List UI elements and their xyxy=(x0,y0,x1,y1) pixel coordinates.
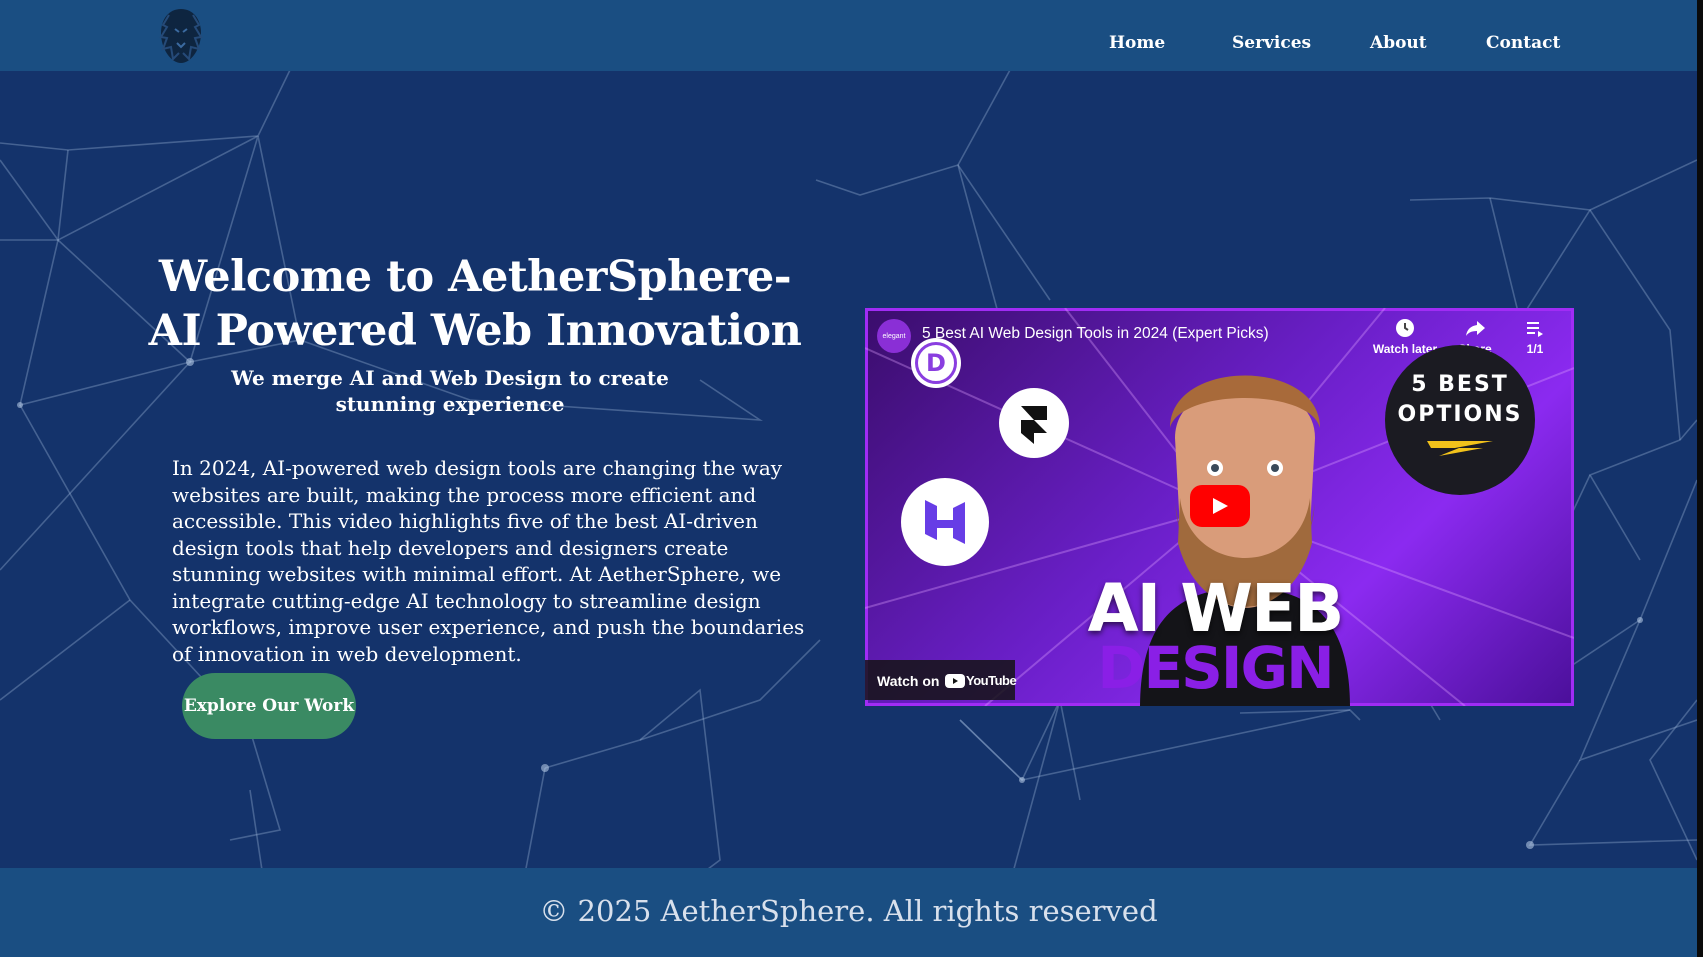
site-footer: © 2025 AetherSphere. All rights reserved xyxy=(0,868,1697,957)
badge-line-2: OPTIONS xyxy=(1397,402,1523,427)
video-title[interactable]: 5 Best AI Web Design Tools in 2024 (Expe… xyxy=(922,325,1269,343)
main-nav: Home Services About Contact xyxy=(0,33,1697,57)
copyright-text: © 2025 AetherSphere. All rights reserved xyxy=(539,894,1158,928)
badge-line-1: 5 BEST xyxy=(1411,372,1509,397)
hostinger-logo-icon xyxy=(901,478,989,566)
share-arrow-icon xyxy=(1466,321,1485,336)
window-edge xyxy=(1697,0,1703,957)
play-button[interactable] xyxy=(1190,485,1250,527)
divi-letter: D xyxy=(915,342,957,384)
divi-logo-icon: D xyxy=(911,338,961,388)
playlist-count: 1/1 xyxy=(1526,342,1544,356)
thumbnail-text-ai-web: AI WEB xyxy=(1087,570,1345,647)
site-header: Home Services About Contact xyxy=(0,0,1697,71)
youtube-wordmark: YouTube xyxy=(966,673,1017,688)
nav-services[interactable]: Services xyxy=(1232,33,1311,53)
hero-description: In 2024, AI-powered web design tools are… xyxy=(172,456,805,666)
playlist-button[interactable]: 1/1 xyxy=(1500,318,1570,356)
nav-home[interactable]: Home xyxy=(1109,33,1165,53)
explore-our-work-button[interactable]: Explore Our Work xyxy=(182,673,356,739)
nav-contact[interactable]: Contact xyxy=(1486,33,1560,53)
clock-icon xyxy=(1396,319,1414,337)
hero-subtitle: We merge AI and Web Design to create stu… xyxy=(231,366,669,416)
channel-avatar[interactable]: elegant xyxy=(877,319,911,353)
youtube-video-embed[interactable]: elegant 5 Best AI Web Design Tools in 20… xyxy=(865,308,1574,706)
framer-logo-icon xyxy=(999,388,1069,458)
lightning-stroke-icon xyxy=(1427,441,1493,456)
play-icon xyxy=(1213,498,1228,514)
page-viewport: Home Services About Contact Welcome to A… xyxy=(0,0,1697,957)
nav-about[interactable]: About xyxy=(1370,33,1427,53)
five-best-options-badge: 5 BEST OPTIONS xyxy=(1385,345,1535,495)
watch-on-youtube-button[interactable]: Watch on YouTube xyxy=(865,660,1017,700)
youtube-logo-icon xyxy=(945,674,965,688)
thumbnail-text-design: DESIGN xyxy=(1097,634,1334,702)
playlist-icon xyxy=(1527,322,1543,337)
hero-title: Welcome to AetherSphere- AI Powered Web … xyxy=(148,252,802,356)
watch-on-label: Watch on xyxy=(877,673,940,689)
